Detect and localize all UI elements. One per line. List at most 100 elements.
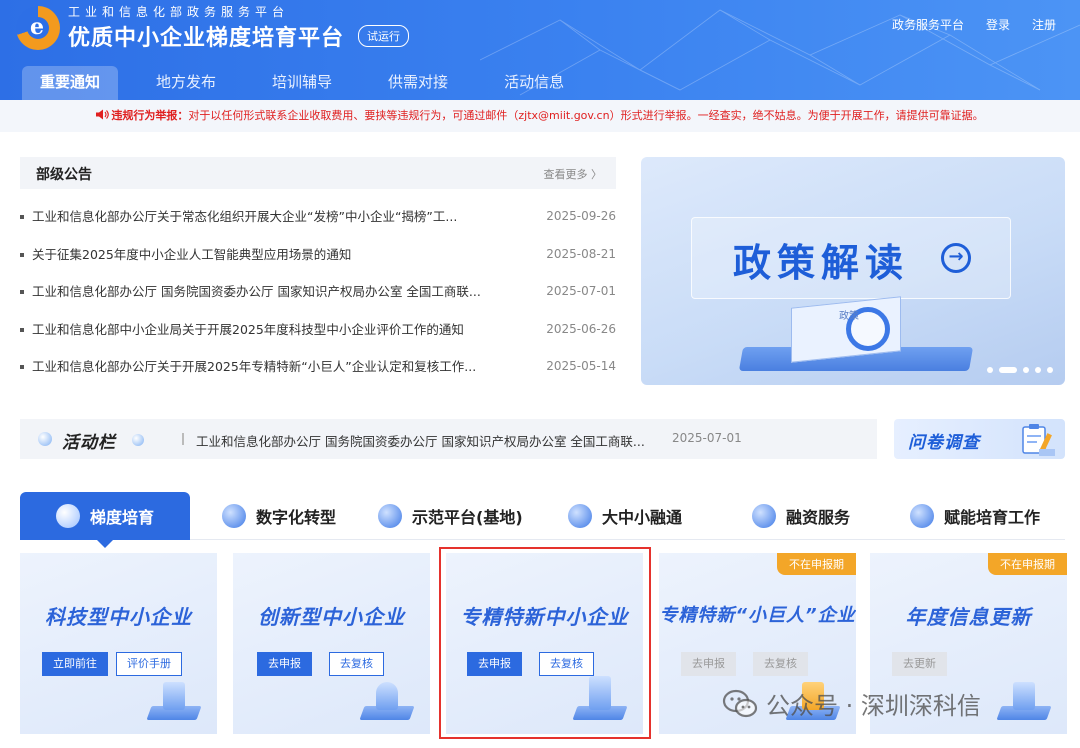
tab-label: 示范平台(基地): [412, 508, 523, 527]
view-more-link[interactable]: 查看更多 〉: [544, 166, 603, 182]
announcement-date: 2025-07-01: [546, 284, 616, 298]
chart-illustration: [996, 676, 1052, 720]
activity-text[interactable]: 工业和信息化部办公厅 国务院国资委办公厅 国家知识产权局办公室 全国工商联...: [196, 431, 645, 450]
announcement-text[interactable]: 工业和信息化部办公厅关于常态化组织开展大企业“发榜”中小企业“揭榜”工...: [32, 198, 512, 236]
announcement-text[interactable]: 关于征集2025年度中小企业人工智能典型应用场景的通知: [32, 236, 512, 274]
wechat-watermark: 公众号 · 深圳深科信: [722, 686, 981, 721]
nav-tab-local-release[interactable]: 地方发布: [138, 66, 234, 100]
bullet-icon: [20, 252, 24, 257]
announcement-item[interactable]: 工业和信息化部中小企业局关于开展2025年度科技型中小企业评价工作的通知 202…: [20, 311, 616, 349]
bullet-icon: [20, 215, 24, 219]
tab-demo-platform[interactable]: 示范平台(基地): [378, 492, 523, 540]
announcement-text[interactable]: 工业和信息化部办公厅关于开展2025年专精特新“小巨人”企业认定和复核工作...: [32, 348, 512, 386]
rocket-illustration: [359, 676, 415, 720]
tab-gradient-cultivation[interactable]: 梯度培育: [20, 492, 191, 548]
evaluation-manual-button[interactable]: 评价手册: [116, 652, 182, 676]
announcement-date: 2025-06-26: [546, 321, 616, 336]
card-tech-sme: 科技型中小企业 立即前往 评价手册: [20, 553, 217, 734]
announcement-header: 部级公告 查看更多 〉: [20, 157, 616, 189]
review-button[interactable]: 去复核: [329, 652, 384, 676]
announcement-item[interactable]: 关于征集2025年度中小企业人工智能典型应用场景的通知 2025-08-21: [20, 236, 616, 274]
activity-title: 活动栏: [62, 433, 116, 453]
apply-button-disabled: 去申报: [681, 652, 736, 676]
review-button-disabled: 去复核: [753, 652, 808, 676]
document-icon: [752, 504, 776, 528]
carousel-dot[interactable]: [987, 367, 993, 373]
announcement-list: 工业和信息化部办公厅关于常态化组织开展大企业“发榜”中小企业“揭榜”工... 2…: [20, 198, 616, 386]
top-links: 政务服务平台 登录 注册: [892, 16, 1056, 33]
bullet-icon: [20, 365, 24, 369]
wechat-icon: [722, 689, 758, 717]
site-header: e 工业和信息化部政务服务平台 优质中小企业梯度培育平台 试运行 政务服务平台 …: [0, 0, 1080, 100]
announcement-date: 2025-09-26: [546, 209, 616, 223]
shield-check-icon: [56, 504, 80, 528]
announcement-text[interactable]: 工业和信息化部中小企业局关于开展2025年度科技型中小企业评价工作的通知: [32, 311, 512, 349]
tab-digital-transformation[interactable]: 数字化转型: [222, 492, 336, 540]
announcement-item[interactable]: 工业和信息化部办公厅 国务院国资委办公厅 国家知识产权局办公室 全国工商联...…: [20, 273, 616, 311]
card-title: 年度信息更新: [905, 605, 1032, 629]
banner-title: 政策解读: [733, 241, 910, 285]
chart-bar-icon: [222, 504, 246, 528]
document-label: 政策: [839, 311, 859, 322]
site-subtitle: 工业和信息化部政务服务平台: [68, 5, 290, 19]
site-logo[interactable]: e: [16, 6, 60, 50]
watermark-text: 公众号 · 深圳深科信: [766, 692, 981, 720]
bubble-icon: [38, 432, 52, 446]
trial-badge: 试运行: [358, 25, 409, 47]
nav-tab-supply-demand[interactable]: 供需对接: [370, 66, 466, 100]
tab-label: 数字化转型: [256, 508, 337, 527]
announcement-text[interactable]: 工业和信息化部办公厅 国务院国资委办公厅 国家知识产权局办公室 全国工商联...: [32, 273, 512, 311]
logo-letter-icon: e: [30, 14, 44, 40]
bullet-icon: [20, 327, 24, 332]
carousel-dot[interactable]: [1047, 367, 1053, 373]
carousel-dot[interactable]: [1035, 367, 1041, 373]
policy-banner[interactable]: 政策解读 → 政策: [641, 157, 1065, 385]
notice-text: 对于以任何形式联系企业收取费用、要挟等违规行为，可通过邮件（zjtx@miit.…: [188, 109, 984, 122]
announcement-date: 2025-08-21: [546, 246, 616, 261]
highlight-frame: [439, 547, 651, 739]
login-link[interactable]: 登录: [986, 16, 1010, 33]
survey-button[interactable]: 问卷调查: [894, 419, 1065, 459]
tab-integration[interactable]: 大中小融通: [568, 492, 682, 540]
carousel-dot[interactable]: [1023, 367, 1029, 373]
register-link[interactable]: 注册: [1032, 16, 1056, 33]
card-title: 创新型中小企业: [258, 605, 405, 629]
bubble-icon: [132, 434, 144, 446]
nav-tab-activities[interactable]: 活动信息: [486, 66, 582, 100]
gov-service-link[interactable]: 政务服务平台: [892, 16, 964, 33]
card-innovative-sme: 创新型中小企业 去申报 去复核: [233, 553, 430, 734]
announcement-item[interactable]: 工业和信息化部办公厅关于常态化组织开展大企业“发榜”中小企业“揭榜”工... 2…: [20, 198, 616, 236]
survey-label: 问卷调查: [908, 433, 980, 453]
tab-financing[interactable]: 融资服务: [752, 492, 850, 540]
card-title: 专精特新“小巨人”企业: [659, 605, 856, 626]
bullet-icon: [20, 290, 24, 294]
activity-bar: 活动栏 工业和信息化部办公厅 国务院国资委办公厅 国家知识产权局办公室 全国工商…: [20, 419, 877, 459]
activity-date: 2025-07-01: [672, 431, 742, 445]
arrow-right-icon[interactable]: →: [941, 243, 971, 273]
tab-label: 大中小融通: [602, 508, 683, 527]
monitor-icon: [378, 504, 402, 528]
clipboard-pen-icon: [1022, 424, 1055, 456]
go-now-button[interactable]: 立即前往: [42, 652, 108, 676]
announcement-title: 部级公告: [36, 167, 92, 183]
separator: [182, 433, 184, 445]
heart-hand-icon: [910, 504, 934, 528]
carousel-dot-active[interactable]: [999, 367, 1017, 373]
tab-label: 融资服务: [786, 508, 851, 527]
announcement-item[interactable]: 工业和信息化部办公厅关于开展2025年专精特新“小巨人”企业认定和复核工作...…: [20, 348, 616, 386]
main-nav: 重要通知 地方发布 培训辅导 供需对接 活动信息: [22, 66, 602, 100]
card-title: 科技型中小企业: [45, 605, 192, 629]
apply-button[interactable]: 去申报: [257, 652, 312, 676]
carousel-dots: [987, 367, 1053, 373]
nav-tab-training[interactable]: 培训辅导: [254, 66, 350, 100]
announcement-date: 2025-05-14: [546, 359, 616, 373]
nav-tab-important-notice[interactable]: 重要通知: [22, 66, 119, 100]
chip-illustration: [146, 676, 202, 720]
tab-empowerment[interactable]: 赋能培育工作: [910, 492, 1040, 540]
update-button-disabled: 去更新: [892, 652, 947, 676]
category-tabs: 梯度培育 数字化转型 示范平台(基地) 大中小融通 融资服务 赋能培育工作: [20, 492, 1065, 548]
not-in-period-badge: 不在申报期: [777, 553, 856, 575]
flag-icon: [568, 504, 592, 528]
not-in-period-badge: 不在申报期: [988, 553, 1067, 575]
tab-label: 梯度培育: [90, 508, 155, 527]
